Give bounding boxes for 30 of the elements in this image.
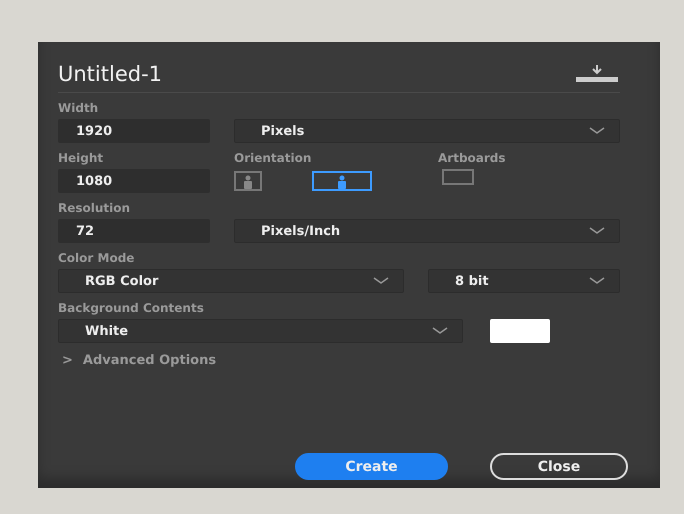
height-field[interactable]: 1080 [58, 169, 210, 193]
advanced-options-toggle[interactable]: > Advanced Options [58, 353, 620, 368]
width-field[interactable]: 1920 [58, 119, 210, 143]
field-label: Width [58, 101, 100, 115]
field-label: Background Contents [58, 301, 205, 315]
chevron-down-icon [432, 327, 448, 335]
person-icon [337, 175, 347, 189]
chevron-down-icon [589, 277, 605, 285]
field-label: Resolution [58, 201, 132, 215]
artboards-checkbox[interactable] [442, 169, 474, 185]
color-mode-dropdown[interactable]: RGB Color [58, 269, 404, 293]
field-label: Orientation [234, 151, 312, 165]
document-name[interactable]: Untitled-1 [58, 62, 162, 86]
orientation-button[interactable] [312, 171, 372, 191]
chevron-down-icon [589, 127, 605, 135]
field-label: Artboards [438, 151, 507, 165]
save-preset-icon[interactable] [574, 65, 620, 83]
close-button[interactable]: Close [490, 453, 628, 480]
person-icon [243, 175, 253, 189]
orientation-button[interactable] [234, 171, 262, 191]
resolution-field[interactable]: 72 [58, 219, 210, 243]
field-label: Height [58, 151, 104, 165]
background-dropdown[interactable]: White [58, 319, 463, 343]
bit-depth-dropdown[interactable]: 8 bit [428, 269, 620, 293]
field-label: Color Mode [58, 251, 136, 265]
color-swatch[interactable] [490, 319, 550, 343]
resolution-unit-dropdown[interactable]: Pixels/Inch [234, 219, 620, 243]
chevron-down-icon [589, 227, 605, 235]
chevron-down-icon [373, 277, 389, 285]
unit-dropdown[interactable]: Pixels [234, 119, 620, 143]
